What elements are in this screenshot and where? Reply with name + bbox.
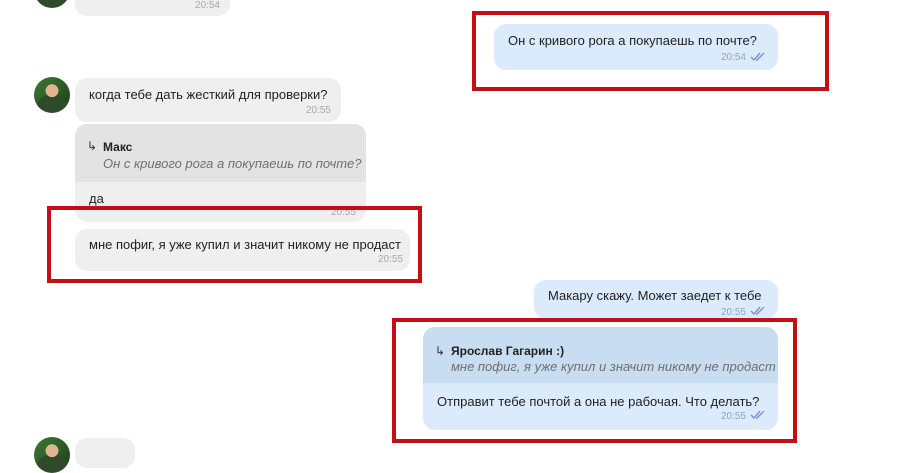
avatar[interactable]	[34, 77, 70, 113]
highlight-box	[47, 206, 422, 283]
avatar[interactable]	[34, 437, 70, 473]
double-check-icon	[750, 306, 765, 316]
message-text: Макару скажу. Может заедет к тебе	[548, 288, 762, 303]
message-text: когда тебе дать жесткий для проверки?	[89, 87, 328, 102]
message-bubble-incoming[interactable]	[75, 438, 135, 468]
message-text: да	[89, 191, 104, 206]
message-bubble-incoming[interactable]: когда тебе дать жесткий для проверки? 20…	[75, 78, 341, 122]
highlight-box	[472, 11, 829, 91]
message-time: 20:55	[305, 105, 331, 116]
message-time: 20:54	[194, 0, 220, 11]
message-bubble-incoming[interactable]: 20:54	[75, 0, 230, 16]
avatar[interactable]	[34, 0, 70, 8]
reply-quote[interactable]: ↳ Макс Он с кривого рога а покупаешь по …	[75, 124, 366, 182]
reply-quote-author: Макс	[103, 140, 133, 154]
reply-arrow-icon: ↳	[87, 139, 98, 153]
message-bubble-outgoing[interactable]: Макару скажу. Может заедет к тебе 20:55	[534, 280, 778, 319]
reply-quote-text: Он с кривого рога а покупаешь по почте?	[103, 156, 362, 171]
message-time: 20:55	[720, 307, 746, 318]
highlight-box	[392, 318, 797, 443]
